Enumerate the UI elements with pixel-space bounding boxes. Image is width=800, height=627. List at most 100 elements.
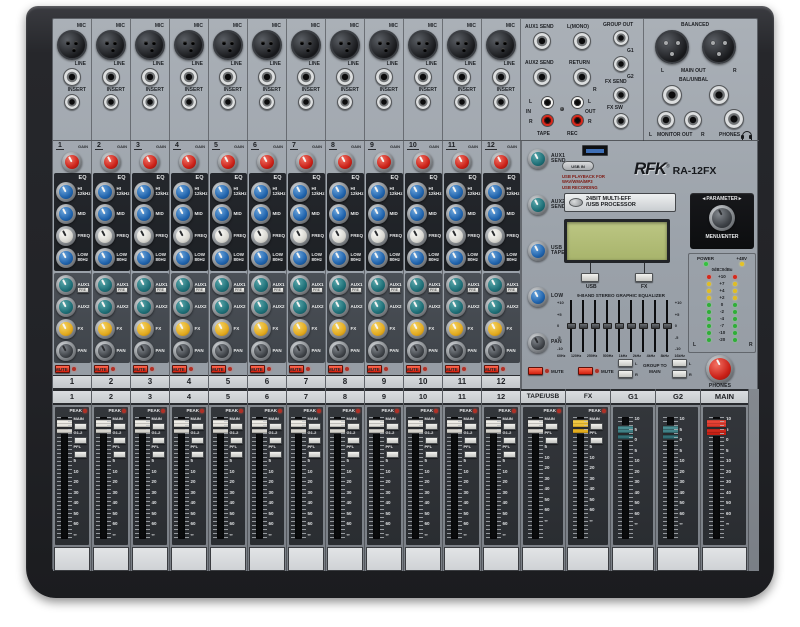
- fx-knob[interactable]: [212, 319, 232, 339]
- aux1-knob[interactable]: [56, 275, 76, 295]
- aux1-pre-button[interactable]: PRE: [389, 287, 401, 293]
- insert-jack[interactable]: [493, 94, 509, 110]
- eq-mid-knob[interactable]: [485, 204, 505, 224]
- eq-low-knob[interactable]: [329, 248, 349, 268]
- eq-low-knob[interactable]: [173, 248, 193, 268]
- fx-footswitch-jack[interactable]: [613, 113, 629, 129]
- eq-hi-knob[interactable]: [251, 182, 271, 202]
- fx-knob[interactable]: [134, 319, 154, 339]
- eq-freq-knob[interactable]: [251, 226, 271, 246]
- pan-knob[interactable]: [134, 341, 154, 361]
- aux1-pre-button[interactable]: PRE: [233, 287, 245, 293]
- g12-assign-button[interactable]: [347, 437, 360, 444]
- monitor-out-l-jack[interactable]: [657, 111, 675, 129]
- g12-assign-button[interactable]: [464, 437, 477, 444]
- mic-xlr-input[interactable]: [447, 30, 477, 60]
- g12-assign-button[interactable]: [503, 437, 516, 444]
- g12-assign-button[interactable]: [269, 437, 282, 444]
- fx-mode-button[interactable]: [635, 273, 653, 282]
- main-assign-button[interactable]: [425, 423, 438, 430]
- line-jack[interactable]: [414, 68, 432, 86]
- g12-assign-button[interactable]: [308, 437, 321, 444]
- aux1-pre-button[interactable]: PRE: [350, 287, 362, 293]
- main-assign-button[interactable]: [590, 423, 603, 430]
- insert-jack[interactable]: [337, 94, 353, 110]
- usb-mode-button[interactable]: [581, 273, 599, 282]
- aux1-send-jack[interactable]: [533, 32, 551, 50]
- aux1-knob[interactable]: [329, 275, 349, 295]
- line-jack[interactable]: [63, 68, 81, 86]
- aux2-knob[interactable]: [212, 297, 232, 317]
- aux2-knob[interactable]: [485, 297, 505, 317]
- mic-xlr-input[interactable]: [57, 30, 87, 60]
- eq-freq-knob[interactable]: [95, 226, 115, 246]
- insert-jack[interactable]: [454, 94, 470, 110]
- mic-xlr-input[interactable]: [330, 30, 360, 60]
- eq-freq-knob[interactable]: [407, 226, 427, 246]
- aux1-knob[interactable]: [95, 275, 115, 295]
- insert-jack[interactable]: [415, 94, 431, 110]
- aux2-knob[interactable]: [173, 297, 193, 317]
- tape-in-l-rca[interactable]: [541, 96, 554, 109]
- line-jack[interactable]: [219, 68, 237, 86]
- master-knob[interactable]: [528, 287, 548, 307]
- gain-knob[interactable]: [413, 152, 433, 172]
- aux2-knob[interactable]: [368, 297, 388, 317]
- gain-knob[interactable]: [62, 152, 82, 172]
- line-jack[interactable]: [297, 68, 315, 86]
- pfl-button[interactable]: [347, 451, 360, 458]
- aux1-knob[interactable]: [251, 275, 271, 295]
- usb-port[interactable]: [582, 145, 608, 156]
- main-assign-button[interactable]: [464, 423, 477, 430]
- group-out-g1-jack[interactable]: [613, 30, 629, 46]
- mic-xlr-input[interactable]: [369, 30, 399, 60]
- geq-slider[interactable]: [663, 300, 672, 352]
- eq-hi-knob[interactable]: [368, 182, 388, 202]
- pan-knob[interactable]: [251, 341, 271, 361]
- aux2-knob[interactable]: [134, 297, 154, 317]
- aux1-knob[interactable]: [173, 275, 193, 295]
- gain-knob[interactable]: [179, 152, 199, 172]
- eq-hi-knob[interactable]: [134, 182, 154, 202]
- gain-knob[interactable]: [335, 152, 355, 172]
- gain-knob[interactable]: [491, 152, 511, 172]
- tape-in-r-rca[interactable]: [541, 114, 554, 127]
- insert-jack[interactable]: [103, 94, 119, 110]
- g12-assign-button[interactable]: [74, 437, 87, 444]
- geq-slider[interactable]: [567, 300, 576, 352]
- geq-slider[interactable]: [591, 300, 600, 352]
- g1-to-main-r-button[interactable]: [618, 370, 633, 378]
- aux2-knob[interactable]: [329, 297, 349, 317]
- eq-low-knob[interactable]: [368, 248, 388, 268]
- pan-knob[interactable]: [329, 341, 349, 361]
- eq-freq-knob[interactable]: [134, 226, 154, 246]
- pfl-button[interactable]: [74, 451, 87, 458]
- gain-knob[interactable]: [140, 152, 160, 172]
- fx-knob[interactable]: [56, 319, 76, 339]
- eq-low-knob[interactable]: [485, 248, 505, 268]
- pfl-button[interactable]: [386, 451, 399, 458]
- insert-jack[interactable]: [220, 94, 236, 110]
- fx-knob[interactable]: [485, 319, 505, 339]
- aux2-send-jack[interactable]: [533, 68, 551, 86]
- insert-jack[interactable]: [181, 94, 197, 110]
- gain-knob[interactable]: [257, 152, 277, 172]
- pan-knob[interactable]: [56, 341, 76, 361]
- aux1-knob[interactable]: [212, 275, 232, 295]
- eq-mid-knob[interactable]: [134, 204, 154, 224]
- g12-assign-button[interactable]: [113, 437, 126, 444]
- gain-knob[interactable]: [452, 152, 472, 172]
- mic-xlr-input[interactable]: [291, 30, 321, 60]
- eq-low-knob[interactable]: [251, 248, 271, 268]
- fx-knob[interactable]: [290, 319, 310, 339]
- fx-knob[interactable]: [368, 319, 388, 339]
- fx-knob[interactable]: [446, 319, 466, 339]
- fx-mute-button[interactable]: [578, 367, 593, 375]
- eq-mid-knob[interactable]: [212, 204, 232, 224]
- pfl-button[interactable]: [308, 451, 321, 458]
- pfl-button[interactable]: [230, 451, 243, 458]
- eq-mid-knob[interactable]: [290, 204, 310, 224]
- line-jack[interactable]: [180, 68, 198, 86]
- pfl-button[interactable]: [191, 451, 204, 458]
- group-out-g2-jack[interactable]: [613, 56, 629, 72]
